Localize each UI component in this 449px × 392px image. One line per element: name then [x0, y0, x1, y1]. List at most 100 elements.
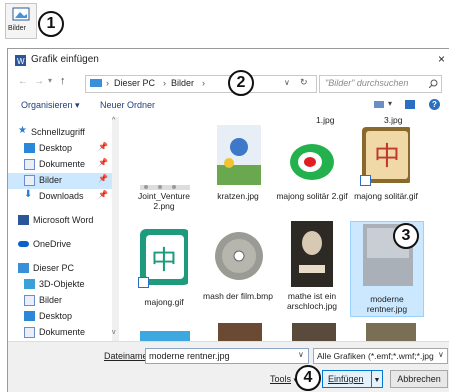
scroll-down-icon[interactable]: v: [112, 329, 116, 336]
back-arrow-icon[interactable]: ←: [18, 76, 28, 87]
sidebar-item-pictures[interactable]: Bilder 📌: [8, 173, 116, 189]
sidebar-scrollbar[interactable]: ^ v: [112, 117, 119, 341]
sidebar-item-pictures-2[interactable]: Bilder: [8, 293, 116, 309]
file-item[interactable]: 中 majong.gif: [128, 227, 200, 327]
cancel-button[interactable]: Abbrechen: [390, 370, 448, 388]
pin-icon[interactable]: 📌: [98, 190, 108, 199]
up-arrow-icon[interactable]: ↑: [60, 75, 66, 87]
recent-dropdown-icon[interactable]: ▾: [48, 76, 52, 85]
sidebar-item-downloads[interactable]: ⬇ Downloads 📌: [8, 189, 116, 205]
picture-icon: [12, 7, 30, 21]
dialog-footer: Dateiname: moderne rentner.jpg ∨ Alle Gr…: [8, 341, 449, 392]
insert-button[interactable]: Einfügen: [322, 370, 372, 388]
file-name: kratzen.jpg: [217, 191, 259, 201]
callout-2: 2: [228, 70, 254, 96]
file-name: moderne rentner.jpg: [366, 294, 408, 314]
preview-pane-icon[interactable]: [405, 100, 415, 109]
file-item[interactable]: mathe ist ein arschloch.jpg: [276, 221, 348, 321]
file-item-partial[interactable]: [140, 331, 190, 341]
file-item-partial[interactable]: [218, 323, 262, 341]
sidebar-item-3d-objects[interactable]: 3D-Objekte: [8, 277, 116, 293]
file-item-partial[interactable]: [366, 323, 416, 341]
desktop-folder-icon: [24, 143, 35, 153]
onedrive-icon: [18, 241, 29, 247]
insert-dropdown-button[interactable]: ▼: [371, 370, 383, 388]
filetype-select[interactable]: Alle Grafiken (*.emf;*.wmf;*.jpg ∨: [313, 348, 448, 364]
sidebar-item-label: Bilder: [39, 175, 63, 185]
word-icon: [18, 215, 29, 225]
breadcrumb-separator-icon: ›: [106, 78, 109, 88]
new-folder-button[interactable]: Neuer Ordner: [100, 100, 155, 110]
file-list: 1.jpg 3.jpg Joint_Venture 2.png kratzen.…: [122, 117, 442, 341]
sidebar-item-microsoft-word[interactable]: Microsoft Word: [8, 213, 116, 229]
navigation-pane: ★ Schnellzugriff Desktop 📌 Dokumente 📌 B…: [8, 117, 119, 341]
file-item[interactable]: Joint_Venture 2.png: [128, 123, 200, 223]
file-item[interactable]: mash der film.bmp: [202, 227, 274, 327]
image-thumbnail: [290, 144, 334, 180]
tools-button[interactable]: Tools ▾: [270, 374, 297, 384]
file-name: majong solitär.gif: [354, 191, 418, 201]
pictures-folder-icon: [24, 295, 35, 306]
view-options-icon[interactable]: [374, 101, 384, 108]
title-bar: W Grafik einfügen ×: [8, 49, 449, 71]
close-icon[interactable]: ×: [438, 52, 445, 66]
file-item[interactable]: majong solitär 2.gif: [276, 123, 348, 223]
pin-icon[interactable]: 📌: [98, 174, 108, 183]
file-name: mash der film.bmp: [203, 291, 273, 301]
chevron-down-icon[interactable]: ∨: [298, 350, 304, 359]
ribbon-pictures-button[interactable]: Bilder: [5, 3, 37, 39]
callout-1: 1: [38, 11, 64, 37]
address-bar[interactable]: › Dieser PC › Bilder › ∨ ↻: [85, 75, 317, 93]
word-app-icon: W: [15, 55, 26, 66]
sidebar-item-this-pc[interactable]: Dieser PC: [8, 261, 116, 277]
documents-folder-icon: [24, 327, 35, 338]
file-item[interactable]: 中 majong solitär.gif: [350, 123, 422, 223]
dialog-title: Grafik einfügen: [31, 54, 99, 65]
sidebar-item-label: Dokumente: [39, 159, 86, 169]
sidebar-item-label: Microsoft Word: [33, 215, 94, 225]
star-icon: ★: [18, 125, 27, 136]
computer-icon: [18, 263, 29, 273]
sidebar-item-label: Bilder: [39, 295, 63, 305]
callout-3: 3: [393, 223, 419, 249]
sidebar-item-quick-access[interactable]: ★ Schnellzugriff: [8, 125, 116, 141]
file-item-partial[interactable]: [292, 323, 336, 341]
filetype-value: Alle Grafiken (*.emf;*.wmf;*.jpg: [317, 351, 434, 361]
pin-icon[interactable]: 📌: [98, 158, 108, 167]
address-dropdown-icon[interactable]: ∨: [284, 78, 290, 87]
tools-label: Tools: [270, 374, 292, 384]
chevron-down-icon[interactable]: ∨: [438, 350, 444, 359]
sidebar-item-desktop-2[interactable]: Desktop: [8, 309, 116, 325]
sidebar-item-desktop[interactable]: Desktop 📌: [8, 141, 116, 157]
callout-4: 4: [295, 365, 321, 391]
forward-arrow-icon[interactable]: →: [34, 76, 44, 87]
breadcrumb-pictures[interactable]: Bilder: [171, 78, 194, 88]
image-thumbnail: [217, 125, 261, 185]
scroll-up-icon[interactable]: ^: [112, 117, 115, 124]
file-name: mathe ist ein arschloch.jpg: [286, 291, 338, 311]
sidebar-item-label: Dieser PC: [33, 263, 75, 273]
pc-icon: [90, 79, 102, 87]
svg-text:W: W: [17, 57, 25, 66]
insert-label: Einfügen: [328, 374, 364, 384]
sidebar-item-documents-2[interactable]: Dokumente: [8, 325, 116, 341]
ribbon-pictures-label: Bilder: [8, 25, 26, 32]
help-icon[interactable]: ?: [429, 99, 440, 110]
sidebar-item-documents[interactable]: Dokumente 📌: [8, 157, 116, 173]
sidebar-item-label: Downloads: [39, 191, 84, 201]
sidebar-item-label: 3D-Objekte: [39, 279, 85, 289]
search-input[interactable]: "Bilder" durchsuchen: [319, 75, 442, 93]
breadcrumb-this-pc[interactable]: Dieser PC: [114, 78, 155, 88]
filename-input[interactable]: moderne rentner.jpg ∨: [145, 348, 309, 364]
file-item[interactable]: kratzen.jpg: [202, 123, 274, 223]
refresh-icon[interactable]: ↻: [300, 77, 308, 88]
image-thumbnail: [215, 232, 263, 280]
organize-button[interactable]: Organisieren ▾: [21, 100, 80, 111]
sidebar-item-onedrive[interactable]: OneDrive: [8, 237, 116, 253]
shortcut-arrow-icon: [360, 175, 371, 186]
file-name: Joint_Venture 2.png: [138, 191, 190, 211]
file-name: majong solitär 2.gif: [276, 191, 348, 201]
search-icon: [429, 79, 438, 88]
view-dropdown-icon[interactable]: ▾: [388, 99, 392, 108]
pin-icon[interactable]: 📌: [98, 142, 108, 151]
